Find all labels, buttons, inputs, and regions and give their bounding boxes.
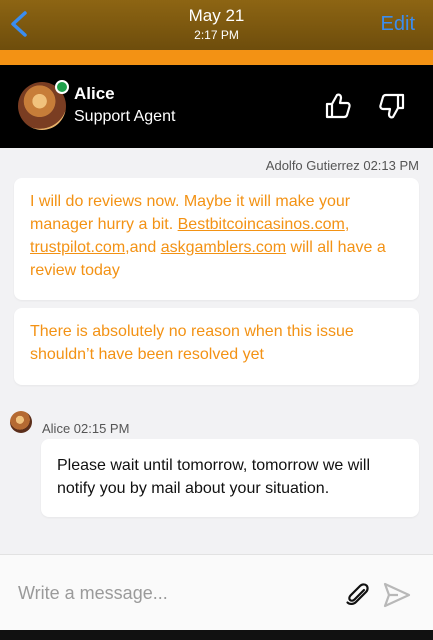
agent-message: Please wait until tomorrow, tomorrow we … (41, 439, 419, 517)
message-text: ,and (125, 239, 161, 256)
thumbs-down-icon[interactable] (376, 91, 406, 121)
message-input[interactable] (18, 577, 328, 609)
chat-area[interactable]: Adolfo Gutierrez 02:13 PM I will do revi… (0, 148, 433, 554)
agent-name: Alice (74, 84, 115, 103)
message-text: There is absolutely no reason when this … (30, 323, 354, 363)
send-icon[interactable] (383, 581, 411, 609)
agent-mini-avatar (10, 411, 32, 433)
nav-time: 2:17 PM (194, 28, 239, 42)
top-nav-bar: May 21 2:17 PM Edit (0, 0, 433, 50)
agent-role: Support Agent (74, 108, 176, 125)
link-trustpilot[interactable]: trustpilot.com (30, 239, 125, 256)
paperclip-icon[interactable] (344, 581, 372, 609)
home-indicator-bar (0, 630, 433, 640)
message-meta: Alice 02:15 PM (42, 421, 130, 436)
nav-date: May 21 (188, 6, 245, 25)
message-text: , (344, 216, 350, 233)
accent-strip (0, 50, 433, 65)
edit-button[interactable]: Edit (381, 13, 415, 36)
agent-header: Alice Support Agent (0, 65, 433, 148)
avatar (18, 80, 69, 130)
message-meta: Adolfo Gutierrez 02:13 PM (265, 158, 419, 173)
message-composer (0, 554, 433, 630)
thumbs-up-icon[interactable] (324, 91, 354, 121)
link-bestbitcoincasinos[interactable]: Bestbitcoincasinos.com (178, 216, 345, 233)
message-text: Please wait until tomorrow, tomorrow we … (57, 457, 370, 497)
online-status-indicator (55, 80, 69, 94)
link-askgamblers[interactable]: askgamblers.com (161, 239, 286, 256)
user-message: There is absolutely no reason when this … (14, 308, 419, 385)
user-message: I will do reviews now. Maybe it will mak… (14, 178, 419, 300)
